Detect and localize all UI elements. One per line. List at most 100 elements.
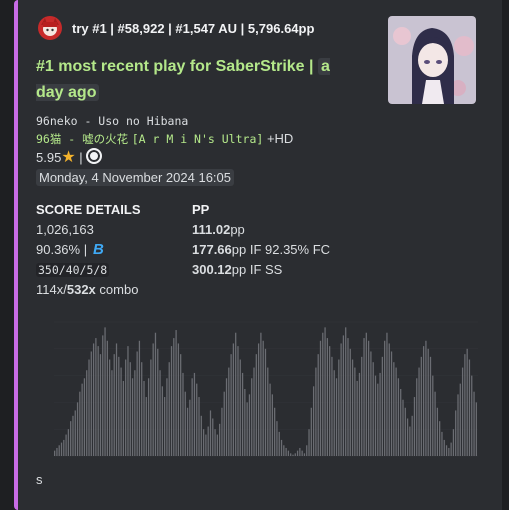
strain-bar: [452, 429, 455, 456]
strain-bar: [393, 362, 395, 456]
strain-bar: [422, 346, 425, 456]
strain-bar: [102, 335, 104, 456]
strain-bar: [230, 354, 232, 456]
strain-bar: [416, 378, 418, 456]
strain-bar: [331, 356, 333, 456]
strain-bar: [120, 367, 122, 456]
strain-bar: [310, 407, 312, 456]
strain-bar: [425, 340, 427, 456]
strain-bar: [432, 375, 434, 456]
strain-bar: [315, 367, 317, 456]
strain-bar: [228, 367, 230, 456]
strain-bar: [287, 450, 290, 456]
strain-bar: [466, 348, 468, 456]
beatmap-difficulty: [A r M i N's Ultra]: [131, 132, 264, 146]
strain-bar: [152, 343, 154, 456]
strain-bar: [312, 386, 315, 456]
strain-bar: [471, 375, 473, 456]
embed-author[interactable]: try #1 | #58,922 | #1,547 AU | 5,796.64p…: [38, 16, 314, 40]
strain-bar: [113, 354, 115, 456]
strain-bar: [145, 397, 147, 456]
star-rating-value: 5.95: [36, 150, 62, 165]
accuracy-row: 90.36% | B: [36, 240, 196, 260]
pp-fc-row: 177.66pp IF 92.35% FC: [192, 242, 331, 257]
beatmap-line[interactable]: 96猫 - 嘘の火花 [A r M i N's Ultra] +HD: [36, 130, 293, 148]
strain-bar: [184, 391, 186, 456]
strain-bar: [306, 445, 308, 456]
strain-bar: [143, 380, 145, 456]
hit-counts: 350/40/5/8: [36, 263, 110, 277]
strain-bar: [70, 421, 72, 456]
strain-bar: [248, 394, 251, 456]
strain-bar: [475, 402, 477, 456]
strain-bar: [246, 402, 248, 456]
strain-bar: [473, 391, 475, 456]
strain-bar: [58, 445, 60, 456]
strain-bar: [404, 407, 406, 456]
strain-graph[interactable]: [32, 316, 482, 462]
strain-bar: [212, 418, 214, 456]
embed-card: try #1 | #58,922 | #1,547 AU | 5,796.64p…: [14, 0, 502, 510]
strain-bar: [65, 434, 67, 456]
strain-bar: [351, 359, 354, 456]
score-details-header: SCORE DETAILS: [36, 202, 141, 217]
pp-ss: 300.12: [192, 262, 232, 277]
pp-current: 111.02: [192, 222, 231, 237]
strain-bar: [232, 343, 235, 456]
strain-bar: [166, 378, 168, 456]
strain-bar: [150, 359, 152, 456]
strain-bar: [170, 346, 173, 456]
osu-mode-icon: [86, 148, 103, 164]
strain-bar: [271, 394, 273, 456]
strain-bar: [333, 370, 335, 456]
strain-bar: [372, 362, 374, 456]
strain-bar: [345, 327, 347, 456]
strain-bar: [322, 332, 324, 456]
pp-header: PP: [192, 202, 210, 217]
strain-bar: [244, 389, 246, 456]
play-date: Monday, 4 November 2024 16:05: [36, 169, 234, 186]
strain-bar: [381, 356, 383, 456]
strain-bar: [400, 389, 402, 456]
hit-counts-row: 350/40/5/8: [36, 260, 196, 280]
strain-bar: [193, 372, 196, 456]
strain-bar: [395, 367, 397, 456]
strain-bar: [347, 338, 349, 456]
strain-bar: [260, 332, 262, 456]
pp-fc: 177.66: [192, 242, 232, 257]
strain-bar: [280, 439, 283, 456]
strain-bar: [468, 359, 471, 456]
strain-bar: [459, 383, 461, 456]
strain-bar: [60, 442, 63, 456]
strain-bar: [464, 354, 466, 456]
strain-bar: [342, 335, 345, 456]
strain-bar: [443, 439, 445, 456]
strain-bar: [127, 346, 129, 456]
strain-bar: [239, 359, 241, 456]
strain-bar: [235, 332, 237, 456]
strain-bar: [161, 386, 163, 456]
strain-bar: [255, 354, 257, 456]
strain-bar: [164, 397, 166, 456]
strain-bar: [379, 372, 381, 456]
strain-bar: [209, 410, 212, 456]
embed-description: 96neko - Uso no Hibana 96猫 - 嘘の火花 [A r M…: [36, 112, 293, 187]
embed-title[interactable]: #1 most recent play for SaberStrike | a …: [36, 54, 356, 106]
grade-b-icon: B: [91, 241, 107, 258]
strain-bar: [191, 378, 193, 456]
strain-bar: [196, 383, 198, 456]
strain-bar: [81, 383, 83, 456]
separator: |: [79, 150, 83, 165]
strain-bar: [411, 415, 413, 456]
combo-row: 114x/532x combo: [36, 282, 139, 297]
strain-bar: [131, 378, 134, 456]
strain-bar: [356, 380, 358, 456]
strain-bar: [283, 445, 285, 456]
strain-bar: [340, 343, 342, 456]
strain-bar: [278, 431, 280, 456]
thumbnail-image[interactable]: [388, 16, 476, 104]
strain-bar: [134, 370, 136, 456]
strain-bar: [200, 415, 202, 456]
max-combo: 532x: [66, 282, 96, 297]
strain-bar: [99, 354, 102, 456]
